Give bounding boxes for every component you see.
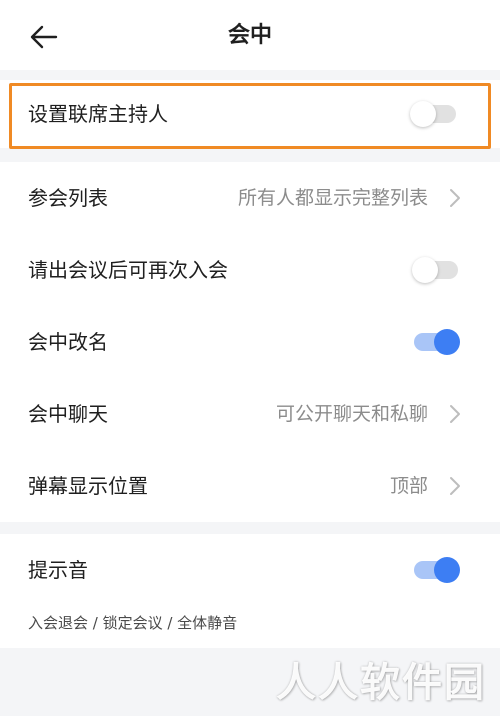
setting-row-participant-list[interactable]: 参会列表 所有人都显示完整列表 — [0, 162, 500, 234]
chevron-right-icon — [450, 189, 460, 207]
chevron-right-icon — [450, 477, 460, 495]
rejoin-label: 请出会议后可再次入会 — [28, 258, 228, 282]
participant-list-value: 所有人都显示完整列表 — [237, 187, 428, 209]
rename-label: 会中改名 — [28, 330, 108, 354]
watermark: 人人软件园 — [276, 660, 486, 706]
setting-row-rejoin[interactable]: 请出会议后可再次入会 — [0, 234, 500, 306]
meeting-settings-section: 参会列表 所有人都显示完整列表 请出会议后可再次入会 会中改名 会中聊天 可公开… — [0, 162, 500, 522]
danmaku-position-label: 弹幕显示位置 — [28, 474, 148, 498]
co-host-label: 设置联席主持人 — [28, 102, 168, 126]
setting-row-co-host[interactable]: 设置联席主持人 — [0, 78, 500, 150]
sound-prompt-description: 入会退会 / 锁定会议 / 全体静音 — [28, 614, 238, 632]
toggle-knob — [434, 329, 460, 355]
setting-row-danmaku-position[interactable]: 弹幕显示位置 顶部 — [0, 450, 500, 522]
participant-list-label: 参会列表 — [28, 186, 108, 210]
toggle-knob — [412, 257, 438, 283]
setting-row-sound-prompt[interactable]: 提示音 — [0, 534, 500, 606]
rename-toggle[interactable] — [414, 329, 460, 355]
chat-value: 可公开聊天和私聊 — [275, 403, 428, 425]
setting-row-chat[interactable]: 会中聊天 可公开聊天和私聊 — [0, 378, 500, 450]
setting-row-rename[interactable]: 会中改名 — [0, 306, 500, 378]
top-bar: 会中 — [0, 0, 500, 70]
co-host-section: 设置联席主持人 — [0, 80, 500, 148]
danmaku-position-value: 顶部 — [389, 475, 428, 497]
toggle-knob — [410, 101, 436, 127]
chat-label: 会中聊天 — [28, 402, 108, 426]
sound-prompt-toggle[interactable] — [414, 557, 460, 583]
sound-prompt-label: 提示音 — [28, 558, 88, 582]
co-host-toggle[interactable] — [410, 101, 456, 127]
page-title: 会中 — [227, 23, 272, 48]
toggle-knob — [434, 557, 460, 583]
chevron-right-icon — [450, 405, 460, 423]
rejoin-toggle[interactable] — [412, 257, 458, 283]
